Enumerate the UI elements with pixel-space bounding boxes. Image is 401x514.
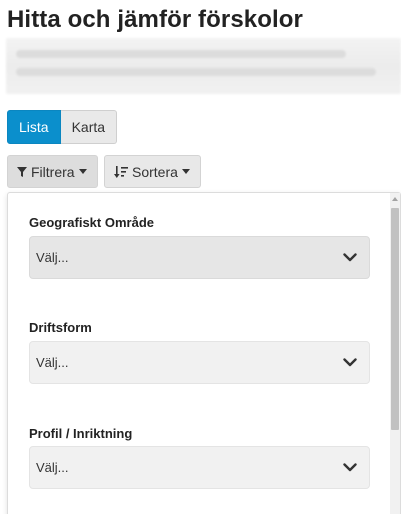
operation-form-label: Driftsform bbox=[29, 320, 92, 335]
profile-label: Profil / Inriktning bbox=[29, 426, 133, 441]
scrollbar[interactable] bbox=[390, 193, 400, 514]
chevron-down-icon bbox=[343, 250, 357, 265]
profile-select[interactable]: Välj... bbox=[29, 446, 370, 489]
geo-area-label: Geografiskt Område bbox=[29, 215, 154, 230]
operation-form-select-value: Välj... bbox=[36, 355, 69, 370]
filter-button-label: Filtrera bbox=[31, 163, 75, 180]
filter-button[interactable]: Filtrera bbox=[7, 155, 98, 188]
scrollbar-thumb[interactable] bbox=[391, 208, 399, 430]
funnel-icon bbox=[17, 166, 31, 177]
map-view-button[interactable]: Karta bbox=[60, 110, 118, 144]
page: Hitta och jämför förskolor Lista Karta F… bbox=[0, 0, 401, 514]
sort-button-label: Sortera bbox=[132, 163, 178, 180]
chevron-down-icon bbox=[343, 460, 357, 475]
chevron-down-icon bbox=[343, 355, 357, 370]
sort-icon bbox=[114, 165, 132, 178]
view-toggle: Lista Karta bbox=[7, 110, 118, 144]
blurred-intro-text bbox=[6, 38, 401, 94]
filter-panel: Geografiskt Område Välj... Driftsform Vä… bbox=[7, 192, 401, 514]
caret-down-icon bbox=[181, 169, 190, 174]
geo-area-select[interactable]: Välj... bbox=[29, 236, 370, 279]
geo-area-select-value: Välj... bbox=[36, 250, 69, 265]
profile-select-value: Välj... bbox=[36, 460, 69, 475]
page-title: Hitta och jämför förskolor bbox=[7, 6, 303, 33]
list-view-button[interactable]: Lista bbox=[7, 110, 61, 144]
sort-button[interactable]: Sortera bbox=[104, 155, 201, 188]
caret-down-icon bbox=[78, 169, 87, 174]
scroll-up-arrow-icon[interactable] bbox=[392, 197, 398, 201]
operation-form-select[interactable]: Välj... bbox=[29, 341, 370, 384]
